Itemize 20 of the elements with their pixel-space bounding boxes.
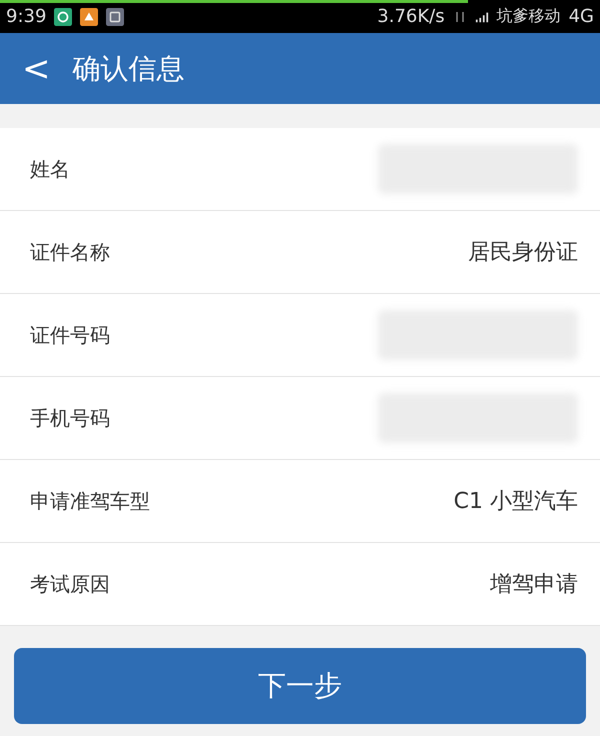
field-value: 居民身份证: [468, 239, 578, 267]
field-label: 手机号码: [30, 404, 111, 432]
next-step-button[interactable]: 下一步: [14, 648, 586, 724]
field-label: 证件号码: [30, 322, 111, 348]
back-button[interactable]: <: [18, 48, 54, 88]
network-type: 4G: [568, 6, 594, 27]
field-label: 申请准驾车型: [30, 488, 151, 514]
field-label: 证件名称: [30, 238, 111, 266]
app-notification-icon: [54, 8, 72, 26]
app-notification-icon: [106, 8, 124, 26]
field-label: 考试原因: [30, 570, 111, 598]
network-speed: 3.76K/s: [377, 6, 445, 27]
field-value: 增驾申请: [490, 571, 578, 599]
carrier-name: 坑爹移动: [496, 6, 561, 27]
signal-icon: [474, 10, 489, 24]
status-time: 9:39: [6, 6, 46, 27]
page-title: 确认信息: [72, 50, 184, 86]
app-notification-icon: [80, 8, 98, 26]
field-value: C1 小型汽车: [454, 488, 578, 516]
field-label: 姓名: [30, 156, 71, 182]
